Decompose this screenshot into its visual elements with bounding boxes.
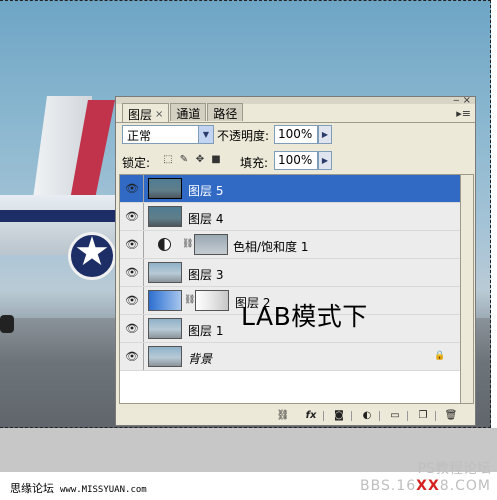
eye-icon[interactable]: 👁	[124, 266, 140, 279]
divider	[116, 122, 475, 123]
link-icon[interactable]: ⛓	[182, 239, 193, 251]
layer-name[interactable]: 图层 3	[188, 266, 223, 283]
fx-icon[interactable]: fx	[304, 409, 318, 423]
new-layer-icon[interactable]: ❐	[416, 409, 430, 423]
lock-row: 锁定: ⬚ ✎ ✥ ■ 填充: 100% ▶	[122, 150, 472, 172]
layer-mask-thumbnail	[194, 234, 228, 255]
divider	[143, 203, 144, 230]
new-group-icon[interactable]: ▭	[388, 409, 402, 423]
divider	[143, 259, 144, 286]
layer-row[interactable]: 👁 图层 4	[120, 203, 460, 231]
close-icon[interactable]: ×	[155, 109, 163, 120]
annotation-text: LAB模式下	[241, 302, 368, 331]
layer-list: 👁 图层 5 👁 图层 4 👁 ⛓ 色相/饱和度 1 👁 图层 3 👁 ⛓ 图层…	[119, 174, 461, 404]
watermark-url-end: 8.COM	[439, 478, 491, 494]
layer-thumbnail	[148, 290, 182, 311]
lock-transparent-icon[interactable]: ⬚	[162, 154, 174, 166]
divider	[407, 411, 408, 421]
divider	[379, 411, 380, 421]
selection-edge-right	[490, 0, 491, 428]
layer-thumbnail	[148, 178, 182, 199]
fill-label: 填充:	[240, 156, 269, 170]
layer-list-empty-area	[120, 371, 460, 403]
layer-list-scrollbar[interactable]	[461, 174, 474, 404]
tab-label: 通道	[176, 106, 201, 121]
divider	[435, 411, 436, 421]
opacity-input[interactable]: 100%	[274, 125, 318, 144]
fill-input[interactable]: 100%	[274, 151, 318, 170]
watermark-title: 思缘论坛	[10, 482, 54, 495]
watermark-url: BBS.16XX8.COM	[360, 478, 491, 494]
tab-channels[interactable]: 通道	[170, 103, 207, 121]
jet-stripe	[0, 210, 120, 222]
divider	[143, 315, 144, 342]
layer-mask-thumbnail	[195, 290, 229, 311]
tab-layers[interactable]: 图层 ×	[122, 103, 170, 123]
link-icon[interactable]: ⛓	[184, 295, 195, 307]
lock-position-icon[interactable]: ✥	[194, 154, 206, 166]
panel-window-buttons[interactable]: ‒ ×	[453, 95, 471, 106]
divider	[143, 231, 144, 258]
blend-mode-value: 正常	[127, 129, 152, 143]
chevron-down-icon[interactable]: ▼	[198, 126, 213, 143]
layer-name[interactable]: 色相/饱和度 1	[233, 238, 309, 255]
eye-icon[interactable]: 👁	[124, 182, 140, 195]
layer-row[interactable]: 👁 图层 3	[120, 259, 460, 287]
lock-icon: 🔒	[434, 351, 446, 361]
watermark-title: PS教程论坛	[417, 461, 491, 477]
watermark-url-xx: XX	[416, 478, 440, 494]
fill-slider-button[interactable]: ▶	[318, 151, 332, 170]
adjustment-layer-icon[interactable]: ◐	[360, 409, 374, 423]
watermark-site: www.MISSYUAN.com	[60, 485, 147, 495]
divider	[323, 411, 324, 421]
layer-thumbnail	[148, 206, 182, 227]
layers-panel: ‒ × 图层 × 通道 路径 ▸≡ 正常 ▼ 不透明度: 100% ▶ 锁定: …	[115, 95, 476, 426]
layer-row[interactable]: 👁 ⛓ 色相/饱和度 1	[120, 231, 460, 259]
panel-menu-icon[interactable]: ▸≡	[456, 107, 471, 120]
panel-tabs: 图层 × 通道 路径	[122, 103, 244, 123]
link-layers-icon[interactable]: ⛓	[276, 409, 290, 423]
lock-all-icon[interactable]: ■	[210, 154, 222, 166]
panel-footer: ⛓ fx ◙ ◐ ▭ ❐ 🗑	[116, 407, 475, 425]
selection-edge-top	[0, 0, 491, 1]
eye-icon[interactable]: 👁	[124, 210, 140, 223]
divider	[143, 343, 144, 370]
lock-image-icon[interactable]: ✎	[178, 154, 190, 166]
layer-thumbnail	[148, 346, 182, 367]
lock-label: 锁定:	[122, 156, 151, 170]
eye-icon[interactable]: 👁	[124, 238, 140, 251]
layer-thumbnail	[148, 262, 182, 283]
adjustment-layer-icon	[158, 238, 171, 251]
add-mask-icon[interactable]: ◙	[332, 409, 346, 423]
layer-thumbnail	[148, 318, 182, 339]
divider	[143, 175, 144, 202]
divider	[143, 287, 144, 314]
opacity-label: 不透明度:	[217, 129, 270, 143]
eye-icon[interactable]: 👁	[124, 350, 140, 363]
layer-name[interactable]: 图层 1	[188, 322, 223, 339]
opacity-slider-button[interactable]: ▶	[318, 125, 332, 144]
watermark-right: PS教程论坛 BBS.16XX8.COM	[360, 458, 491, 494]
divider	[351, 411, 352, 421]
blend-row: 正常 ▼ 不透明度: 100% ▶	[122, 125, 472, 147]
layer-row[interactable]: 👁 背景 🔒	[120, 343, 460, 371]
tab-label: 图层	[128, 107, 153, 122]
eye-icon[interactable]: 👁	[124, 294, 140, 307]
layer-row[interactable]: 👁 图层 5	[120, 175, 460, 203]
tab-label: 路径	[213, 106, 238, 121]
tab-paths[interactable]: 路径	[207, 103, 244, 121]
watermark-url-start: BBS.16	[360, 478, 417, 494]
eye-icon[interactable]: 👁	[124, 322, 140, 335]
layer-name[interactable]: 图层 4	[188, 210, 223, 227]
delete-layer-icon[interactable]: 🗑	[444, 409, 458, 423]
jet-wheel	[0, 315, 14, 333]
layer-name[interactable]: 图层 5	[188, 182, 223, 199]
watermark-left: 思缘论坛 www.MISSYUAN.com	[10, 480, 147, 496]
blend-mode-select[interactable]: 正常 ▼	[122, 125, 214, 144]
layer-name[interactable]: 背景	[188, 350, 212, 367]
